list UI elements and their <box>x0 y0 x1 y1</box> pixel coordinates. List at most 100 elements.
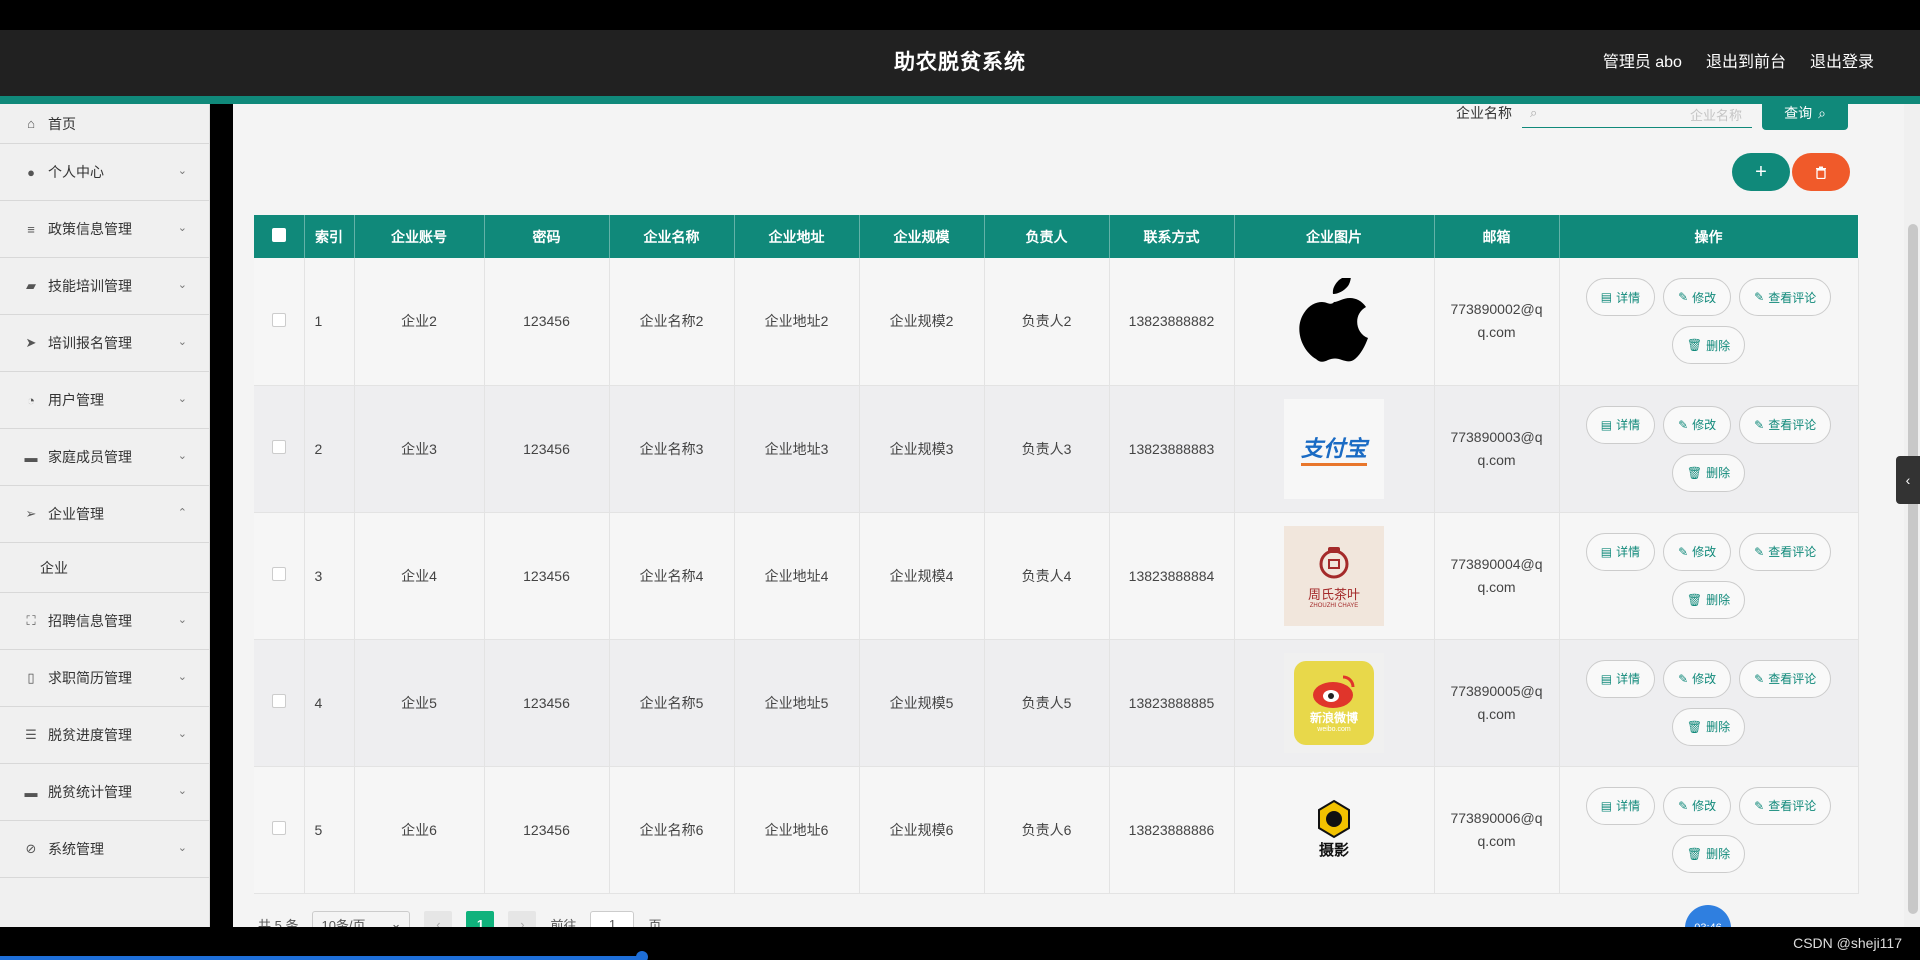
aperture-icon <box>1318 799 1350 839</box>
index-cell: 5 <box>304 766 355 894</box>
name-cell: 企业名称3 <box>609 385 735 513</box>
edit-button[interactable]: ✎ 修改 <box>1663 659 1732 698</box>
view-comments-button[interactable]: ✎ 查看评论 <box>1739 786 1832 825</box>
video-progress-bar[interactable] <box>0 956 640 960</box>
view-comments-button[interactable]: ✎ 查看评论 <box>1739 659 1832 698</box>
weibo-logo-image[interactable]: 新浪微博 weibo.com <box>1284 652 1384 753</box>
sidebar-item-personal-center[interactable]: ● 个人中心 ⌄ <box>0 144 209 201</box>
trash-icon: 🗑 <box>1686 338 1703 353</box>
sidebar-subitem-enterprise[interactable]: 企业 <box>0 543 209 593</box>
chevron-down-icon: ⌄ <box>177 222 187 234</box>
row-checkbox[interactable] <box>271 694 286 708</box>
scale-cell: 企业规模6 <box>859 766 985 894</box>
user-icon: ● <box>27 164 35 180</box>
navigation-icon: ➢ <box>25 506 37 521</box>
edit-button[interactable]: ✎ 修改 <box>1663 532 1732 571</box>
select-all-cell[interactable] <box>254 215 305 258</box>
edit-button[interactable]: ✎ 修改 <box>1663 405 1732 444</box>
row-select-cell[interactable] <box>254 385 305 513</box>
index-cell: 2 <box>304 385 355 513</box>
detail-button[interactable]: ▤ 详情 <box>1585 278 1656 317</box>
row-select-cell[interactable] <box>254 512 305 640</box>
select-all-checkbox[interactable] <box>271 228 286 242</box>
sidebar-item-resume[interactable]: ▯ 求职简历管理 ⌄ <box>0 650 209 707</box>
sidebar-item-home[interactable]: ⌂ 首页 <box>0 104 209 144</box>
chevron-down-icon: ⌄ <box>177 393 187 405</box>
view-comments-button[interactable]: ✎ 查看评论 <box>1739 532 1832 571</box>
sidebar-item-policy[interactable]: ≡ 政策信息管理 ⌄ <box>0 201 209 258</box>
view-comments-button[interactable]: ✎ 查看评论 <box>1739 278 1832 317</box>
trash-icon: 🗑 <box>1686 846 1703 861</box>
scale-cell: 企业规模3 <box>859 385 985 513</box>
row-checkbox[interactable] <box>271 821 286 835</box>
search-input[interactable]: ⌕ 企业名称 <box>1522 98 1752 128</box>
collapse-panel-tab[interactable]: ‹ <box>1896 456 1920 504</box>
sidebar-item-enterprise[interactable]: ➢ 企业管理 ⌃ <box>0 486 209 543</box>
sidebar-item-label: 家庭成员管理 <box>48 449 132 465</box>
delete-button[interactable]: 🗑 删除 <box>1671 453 1746 492</box>
edit-button[interactable]: ✎ 修改 <box>1663 786 1732 825</box>
vertical-scrollbar[interactable] <box>1904 104 1920 927</box>
index-cell: 1 <box>304 258 355 386</box>
name-cell: 企业名称6 <box>609 766 735 894</box>
batch-delete-button[interactable] <box>1792 153 1850 191</box>
sidebar-item-statistics[interactable]: ▬ 脱贫统计管理 ⌄ <box>0 764 209 821</box>
row-select-cell[interactable] <box>254 766 305 894</box>
sidebar-item-label: 脱贫进度管理 <box>48 727 132 743</box>
row-select-cell[interactable] <box>254 258 305 386</box>
sidebar-item-recruitment[interactable]: ⛶ 招聘信息管理 ⌄ <box>0 593 209 650</box>
delete-button[interactable]: 🗑 删除 <box>1671 326 1746 365</box>
detail-button[interactable]: ▤ 详情 <box>1585 659 1656 698</box>
view-comments-button[interactable]: ✎ 查看评论 <box>1739 405 1832 444</box>
pencil-icon: ✎ <box>1754 798 1765 813</box>
email-cell: 773890002@qq.com <box>1434 258 1560 386</box>
tea-logo-image[interactable]: 周氏茶叶 ZHOUZHI CHAYE <box>1284 525 1384 626</box>
document-icon: ▤ <box>1600 290 1613 305</box>
detail-button[interactable]: ▤ 详情 <box>1585 405 1656 444</box>
logout-link[interactable]: 退出登录 <box>1810 48 1874 72</box>
row-checkbox[interactable] <box>271 567 286 581</box>
row-checkbox[interactable] <box>271 440 286 454</box>
exit-to-front-link[interactable]: 退出到前台 <box>1706 48 1786 72</box>
main-content: 企业名称 ⌕ 企业名称 查询 ⌕ + 索引 企业账号 密码 企业名称 企业地址 … <box>233 96 1920 937</box>
sidebar-item-training[interactable]: ▰ 技能培训管理 ⌄ <box>0 258 209 315</box>
table-header-row: 索引 企业账号 密码 企业名称 企业地址 企业规模 负责人 联系方式 企业图片 … <box>254 215 1859 258</box>
chevron-down-icon: ⌄ <box>177 728 187 740</box>
email-text: 773890004@qq.com <box>1450 555 1543 595</box>
gauge-icon: ◔ <box>27 392 35 408</box>
tea-logo-text: 周氏茶叶 <box>1307 587 1360 602</box>
column-header: 密码 <box>484 215 610 258</box>
sidebar-item-progress[interactable]: ☰ 脱贫进度管理 ⌄ <box>0 707 209 764</box>
edit-button[interactable]: ✎ 修改 <box>1663 278 1732 317</box>
detail-button[interactable]: ▤ 详情 <box>1585 786 1656 825</box>
sidebar-item-users[interactable]: ◔ 用户管理 ⌄ <box>0 372 209 429</box>
weibo-logo-text: 新浪微博 <box>1309 710 1358 725</box>
alipay-logo-image[interactable]: 支付宝 <box>1284 398 1384 499</box>
email-cell: 773890003@qq.com <box>1434 385 1560 513</box>
delete-button[interactable]: 🗑 删除 <box>1671 580 1746 619</box>
screen: 助农脱贫系统 管理员 abo 退出到前台 退出登录 ⌂ 首页 ● 个人中心 ⌄ … <box>0 0 1920 960</box>
query-button[interactable]: 查询 ⌕ <box>1762 96 1848 130</box>
password-cell: 123456 <box>484 512 610 640</box>
delete-button[interactable]: 🗑 删除 <box>1671 707 1746 746</box>
sidebar-item-family[interactable]: ▬ 家庭成员管理 ⌄ <box>0 429 209 486</box>
sidebar-item-system[interactable]: ⊘ 系统管理 ⌄ <box>0 821 209 878</box>
scroll-thumb[interactable] <box>1908 224 1918 914</box>
apple-logo-icon <box>1299 278 1368 362</box>
password-cell: 123456 <box>484 258 610 386</box>
scale-cell: 企业规模5 <box>859 639 985 767</box>
sidebar-item-label: 求职简历管理 <box>48 670 132 686</box>
document-icon: ▤ <box>1600 798 1613 813</box>
camera-logo-image[interactable]: 摄影 <box>1284 780 1384 880</box>
delete-button[interactable]: 🗑 删除 <box>1671 834 1746 873</box>
add-button[interactable]: + <box>1732 153 1790 191</box>
row-checkbox[interactable] <box>271 312 286 327</box>
row-select-cell[interactable] <box>254 639 305 767</box>
document-icon: ▯ <box>27 670 35 685</box>
video-progress-handle[interactable] <box>636 951 648 960</box>
sidebar-item-training-signup[interactable]: ➤ 培训报名管理 ⌄ <box>0 315 209 372</box>
pencil-icon: ✎ <box>1678 544 1689 559</box>
header-links: 管理员 abo 退出到前台 退出登录 <box>1603 48 1874 72</box>
apple-logo-image[interactable] <box>1284 271 1384 371</box>
detail-button[interactable]: ▤ 详情 <box>1585 532 1656 571</box>
